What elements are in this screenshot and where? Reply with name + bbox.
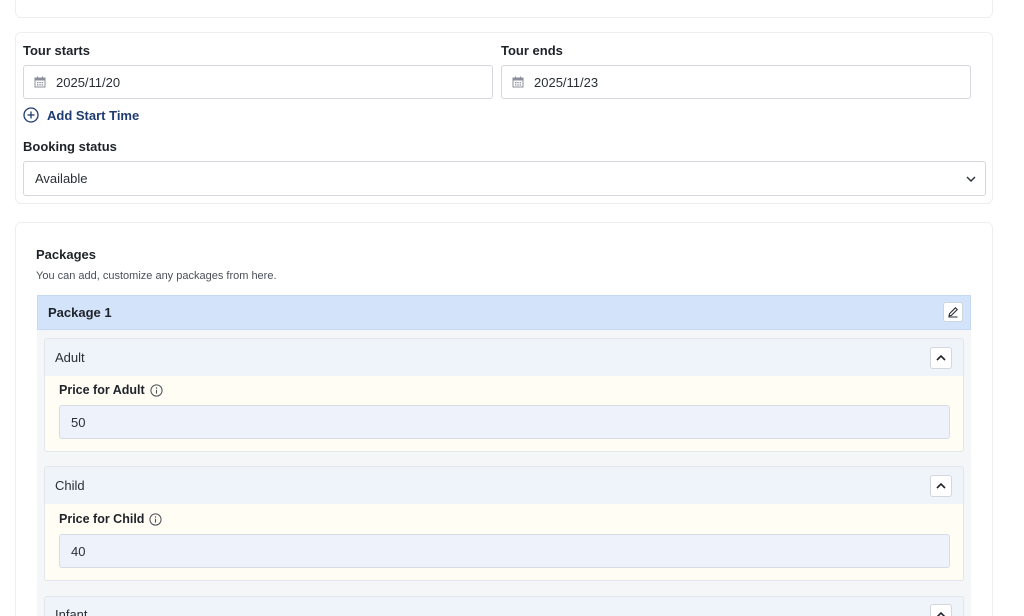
child-section: Child Price for Child 40: [44, 466, 964, 581]
package-header[interactable]: Package 1: [37, 295, 971, 330]
chevron-down-icon: [966, 176, 976, 182]
collapse-infant-button[interactable]: [930, 604, 952, 616]
add-start-time-button[interactable]: Add Start Time: [23, 107, 139, 123]
info-icon: [149, 512, 163, 526]
pencil-icon: [948, 307, 958, 318]
tour-form-page: Tour starts 2025/11/20 Tour ends 2025/11…: [0, 0, 1024, 616]
infant-section-title: Infant: [55, 607, 88, 616]
adult-section-title: Adult: [55, 350, 85, 365]
adult-section-header[interactable]: Adult: [45, 339, 963, 376]
package-name: Package 1: [48, 305, 112, 320]
tour-starts-value: 2025/11/20: [56, 74, 121, 90]
collapse-child-button[interactable]: [930, 475, 952, 497]
info-icon: [150, 383, 163, 397]
tour-ends-label: Tour ends: [501, 43, 563, 58]
booking-status-select[interactable]: Available: [23, 161, 986, 196]
infant-section: Infant: [44, 596, 964, 616]
packages-description: You can add, customize any packages from…: [36, 270, 277, 282]
adult-section: Adult Price for Adult 50: [44, 338, 964, 452]
collapse-adult-button[interactable]: [930, 347, 952, 369]
price-child-value: 40: [71, 543, 86, 559]
packages-title: Packages: [36, 247, 96, 262]
booking-status-label: Booking status: [23, 139, 117, 154]
child-section-header[interactable]: Child: [45, 467, 963, 504]
price-adult-label: Price for Adult: [59, 383, 163, 397]
booking-status-value: Available: [35, 171, 88, 186]
chevron-up-icon: [936, 482, 946, 489]
infant-section-header[interactable]: Infant: [45, 597, 963, 616]
previous-card: [15, 0, 993, 18]
price-child-label: Price for Child: [59, 512, 163, 526]
price-adult-value: 50: [71, 414, 86, 430]
tour-ends-value: 2025/11/23: [534, 74, 599, 90]
tour-starts-label: Tour starts: [23, 43, 90, 58]
child-section-title: Child: [55, 478, 85, 493]
price-adult-input[interactable]: 50: [59, 405, 950, 439]
price-child-label-text: Price for Child: [59, 512, 145, 526]
price-adult-label-text: Price for Adult: [59, 383, 145, 397]
calendar-icon: [34, 76, 46, 88]
price-child-input[interactable]: 40: [59, 534, 950, 568]
tour-starts-input[interactable]: 2025/11/20: [23, 65, 493, 99]
calendar-icon: [512, 76, 524, 88]
chevron-up-icon: [936, 354, 946, 361]
chevron-up-icon: [936, 611, 946, 616]
edit-package-button[interactable]: [943, 302, 963, 322]
tour-ends-input[interactable]: 2025/11/23: [501, 65, 971, 99]
add-start-time-label: Add Start Time: [47, 107, 140, 123]
plus-circle-icon: [23, 107, 39, 123]
